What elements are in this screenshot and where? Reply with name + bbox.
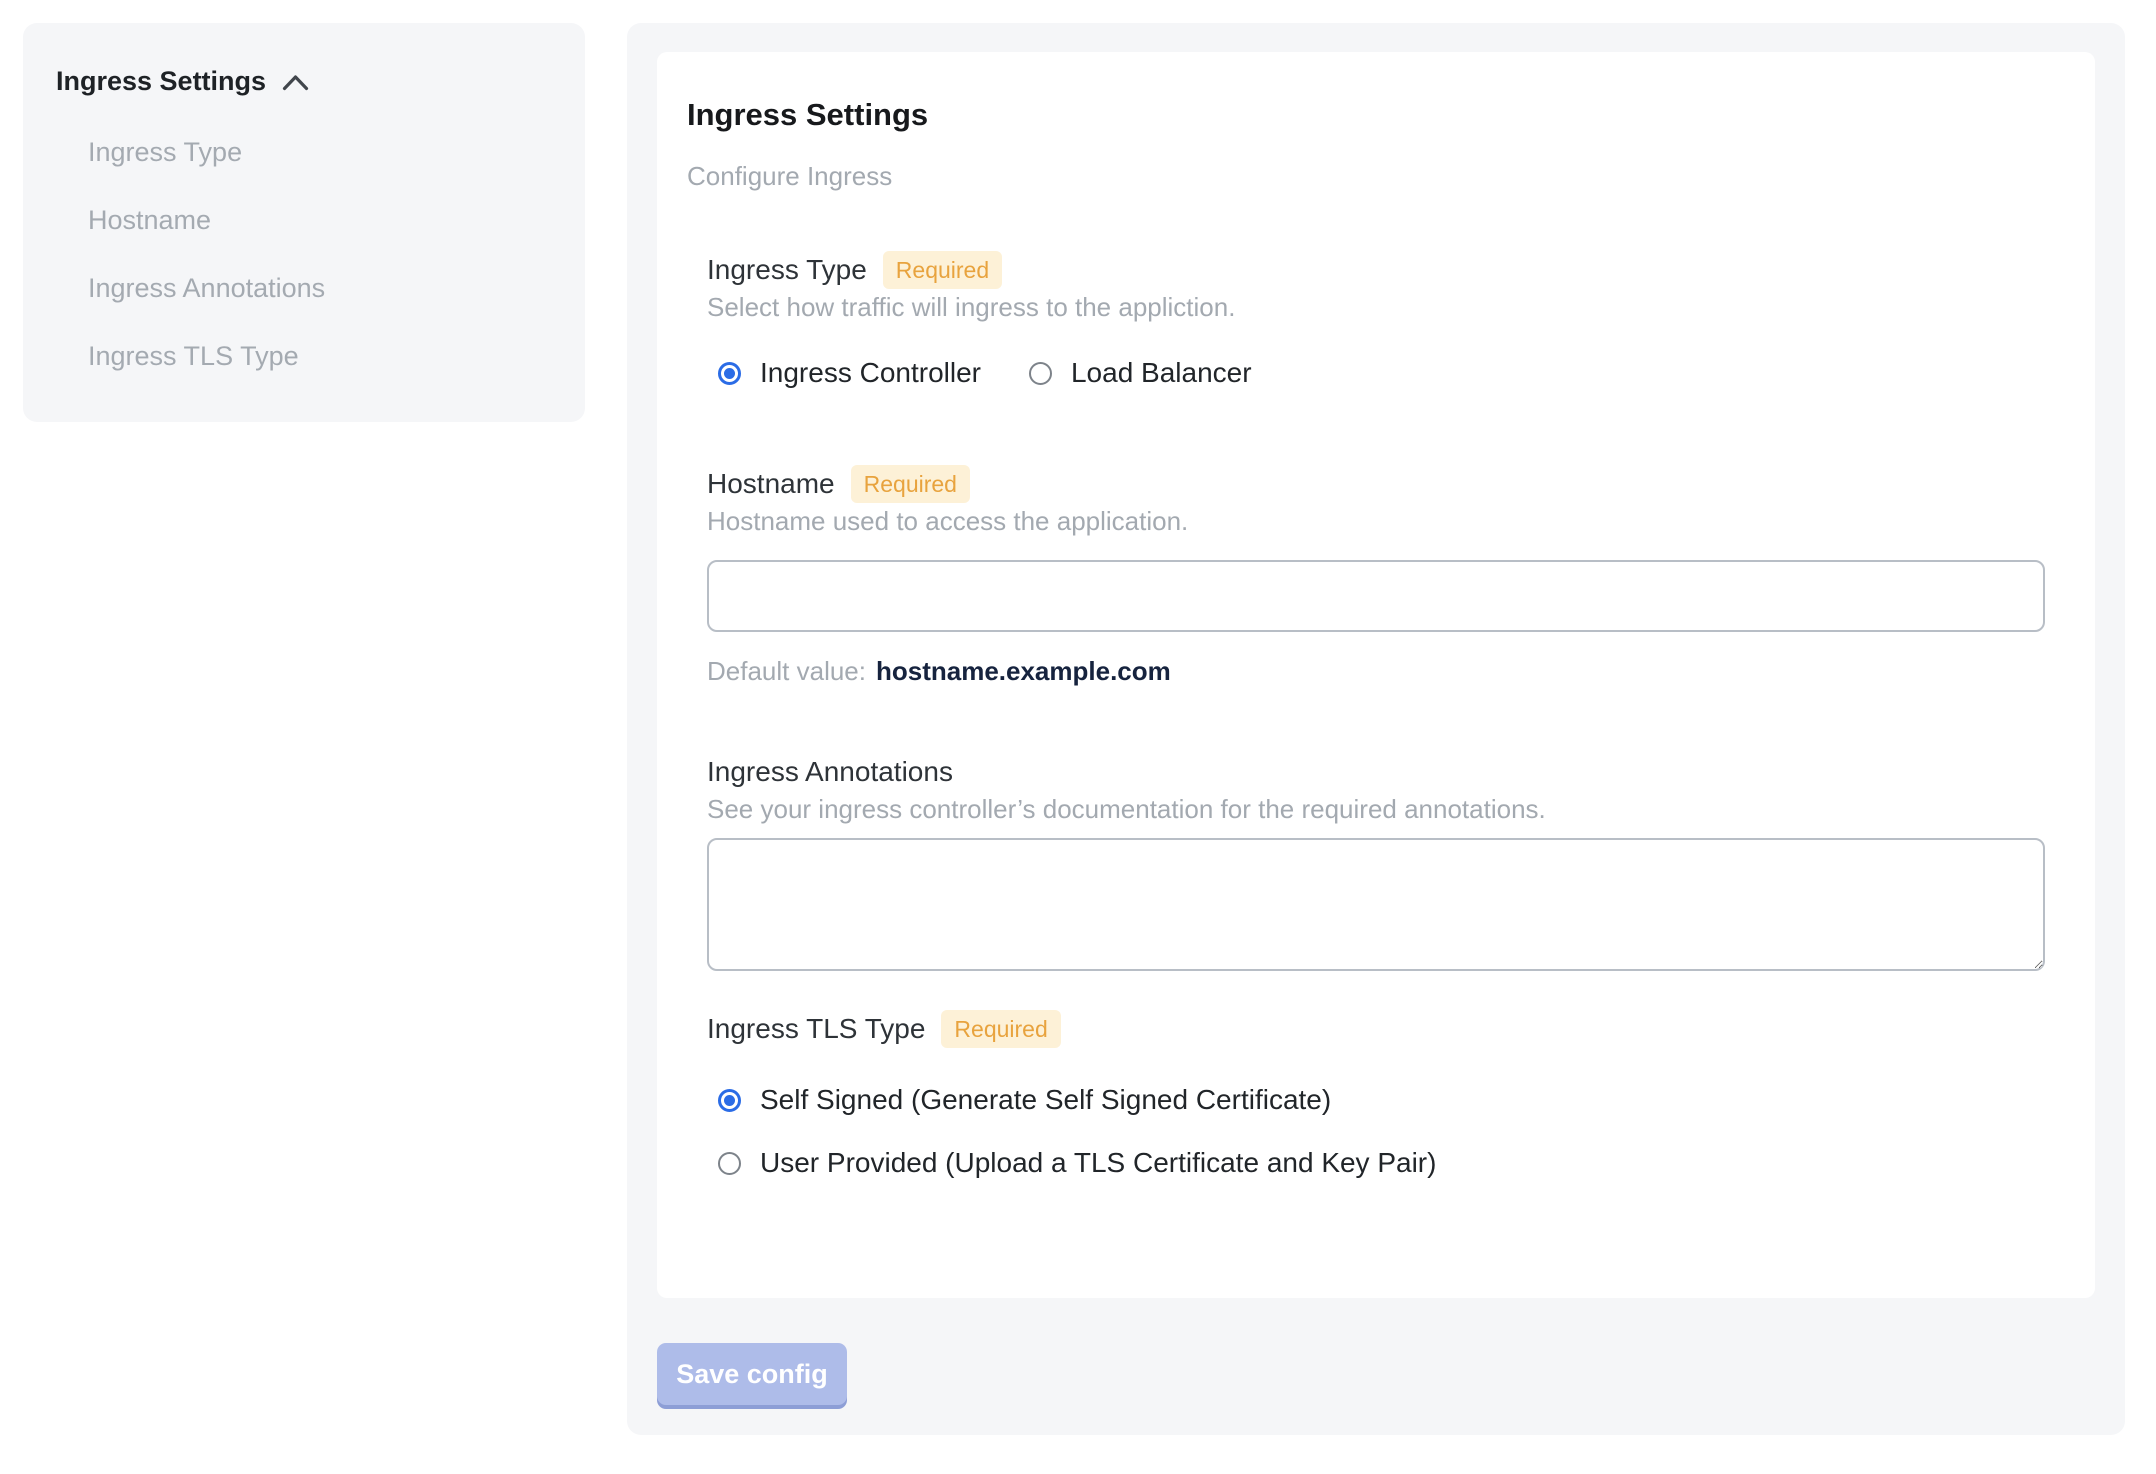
section-hostname: Hostname Required Hostname used to acces… [707, 464, 2065, 686]
sidebar-section-toggle[interactable]: Ingress Settings [56, 65, 555, 97]
radio-label: Self Signed (Generate Self Signed Certif… [760, 1084, 1332, 1115]
settings-content-panel: Ingress Settings Configure Ingress Ingre… [627, 23, 2125, 1435]
sidebar-nav: Ingress Type Hostname Ingress Annotation… [56, 137, 555, 371]
ingress-annotations-label: Ingress Annotations [707, 756, 953, 787]
radio-self-signed[interactable]: Self Signed (Generate Self Signed Certif… [718, 1085, 2065, 1115]
field-label-row: Ingress TLS Type Required [707, 1009, 2065, 1049]
sidebar-item-ingress-type[interactable]: Ingress Type [88, 137, 555, 167]
radio-ingress-controller[interactable]: Ingress Controller [718, 358, 981, 388]
hostname-default-line: Default value: hostname.example.com [707, 656, 2065, 686]
section-ingress-type: Ingress Type Required Select how traffic… [707, 250, 2065, 388]
tls-type-radio-group: Self Signed (Generate Self Signed Certif… [718, 1085, 2065, 1178]
ingress-tls-type-label: Ingress TLS Type [707, 1013, 926, 1044]
ingress-type-label: Ingress Type [707, 254, 867, 285]
hostname-input[interactable] [707, 560, 2045, 632]
hostname-description: Hostname used to access the application. [707, 506, 1189, 536]
page-title: Ingress Settings [687, 97, 929, 132]
required-badge: Required [941, 1010, 1061, 1048]
field-label-row: Hostname Required [707, 464, 2065, 504]
save-config-button[interactable]: Save config [657, 1343, 847, 1405]
page-subtitle: Configure Ingress [687, 161, 893, 191]
hostname-label: Hostname [707, 468, 835, 499]
section-ingress-annotations: Ingress Annotations See your ingress con… [707, 752, 2065, 971]
radio-label: User Provided (Upload a TLS Certificate … [760, 1147, 1437, 1178]
settings-nav-panel: Ingress Settings Ingress Type Hostname I… [23, 23, 585, 422]
ingress-annotations-description: See your ingress controller’s documentat… [707, 794, 1546, 824]
ingress-type-radio-group: Ingress Controller Load Balancer [718, 358, 2065, 388]
sidebar-item-ingress-annotations[interactable]: Ingress Annotations [88, 273, 555, 303]
radio-load-balancer[interactable]: Load Balancer [1028, 357, 1252, 388]
form-sections: Ingress Type Required Select how traffic… [707, 250, 2065, 1178]
radio-user-provided[interactable]: User Provided (Upload a TLS Certificate … [718, 1148, 2065, 1178]
radio-selected-icon [718, 1088, 741, 1112]
field-label-row: Ingress Type Required [707, 250, 2065, 290]
required-badge: Required [850, 465, 970, 503]
radio-selected-icon [718, 361, 741, 385]
sidebar-item-hostname[interactable]: Hostname [88, 205, 555, 235]
section-ingress-tls-type: Ingress TLS Type Required Self Signed (G… [707, 1009, 2065, 1178]
ingress-annotations-textarea[interactable] [707, 838, 2045, 971]
field-label-row: Ingress Annotations [707, 752, 2065, 792]
default-value-label: Default value: [707, 656, 866, 686]
sidebar-section-title: Ingress Settings [56, 66, 267, 96]
ingress-settings-card: Ingress Settings Configure Ingress Ingre… [657, 52, 2095, 1298]
ingress-type-description: Select how traffic will ingress to the a… [707, 292, 1236, 322]
required-badge: Required [882, 251, 1003, 289]
sidebar-item-ingress-tls-type[interactable]: Ingress TLS Type [88, 341, 555, 371]
default-value-text: hostname.example.com [875, 656, 1171, 686]
radio-label: Load Balancer [1070, 357, 1252, 388]
radio-unselected-icon [718, 1151, 741, 1175]
radio-label: Ingress Controller [760, 357, 981, 388]
page: Ingress Settings Ingress Type Hostname I… [0, 0, 2156, 1474]
radio-unselected-icon [1028, 361, 1052, 385]
chevron-up-icon [282, 75, 309, 91]
